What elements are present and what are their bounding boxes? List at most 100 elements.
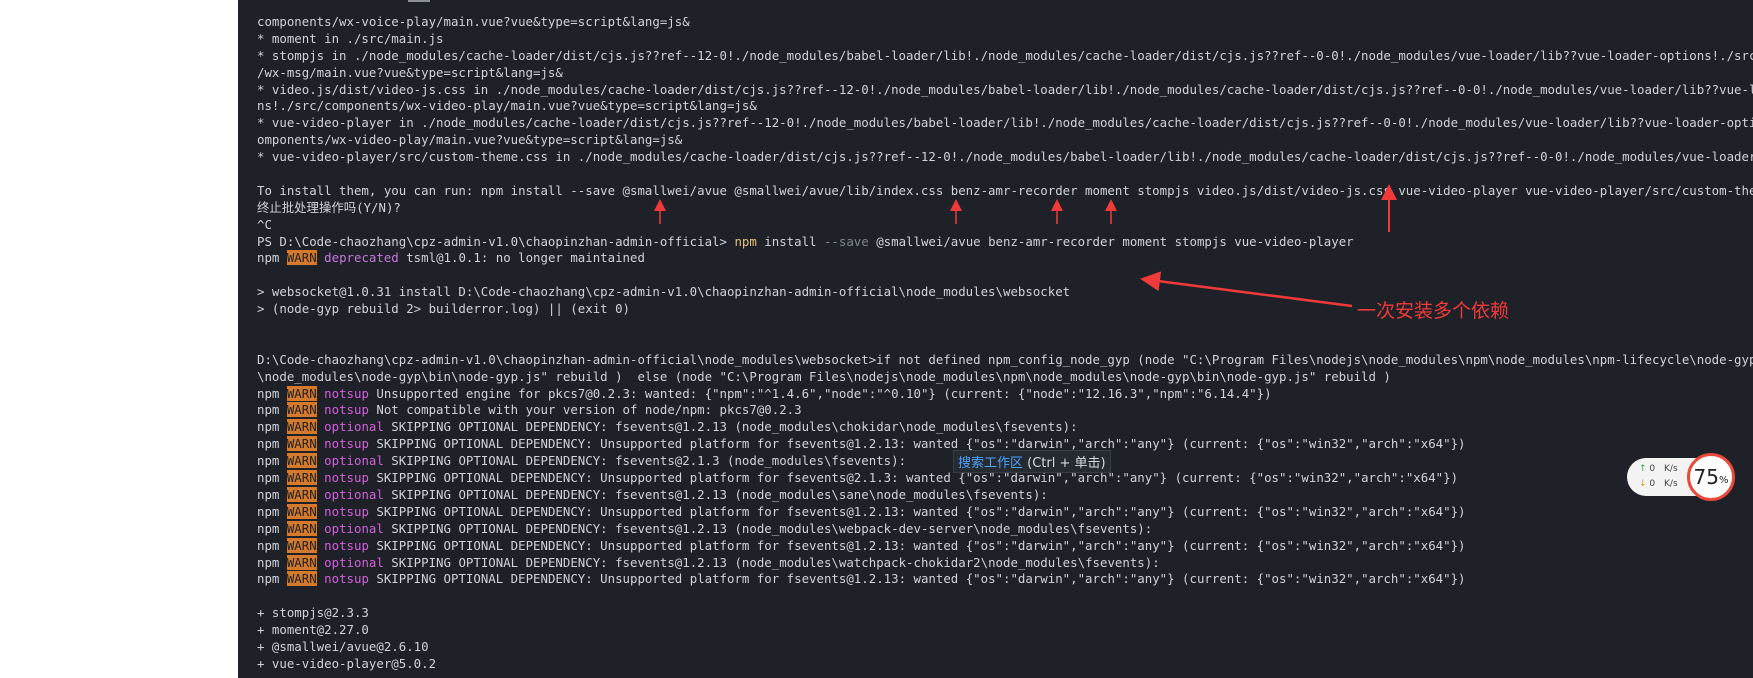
upload-row: ↑ 0 K/s xyxy=(1639,464,1678,474)
terminal-line: npm WARN deprecated tsml@1.0.1: no longe… xyxy=(257,250,1753,267)
terminal-line: /wx-msg/main.vue?vue&type=script&lang=js… xyxy=(257,65,1753,82)
tooltip-hint: (Ctrl + 单击) xyxy=(1023,456,1106,471)
terminal-line: npm WARN notsup Unsupported engine for p… xyxy=(257,385,1753,403)
network-speed-widget[interactable]: ↑ 0 K/s ↓ 0 K/s 75% xyxy=(1627,453,1737,501)
upload-value: 0 xyxy=(1649,464,1656,474)
terminal-line: D:\Code-chaozhang\cpz-admin-v1.0\chaopin… xyxy=(257,352,1753,369)
terminal-text-segment: tsml@1.0.1: no longer maintained xyxy=(398,250,645,266)
terminal-text-segment: * vue-video-player/src/custom-theme.css … xyxy=(257,149,1753,165)
terminal-line: + vue-video-player@5.0.2 xyxy=(257,656,1753,673)
terminal-text-segment: * moment in ./src/main.js xyxy=(257,30,444,46)
terminal-panel[interactable]: components/wx-voice-play/main.vue?vue&ty… xyxy=(238,0,1753,678)
terminal-text-segment: ^C xyxy=(257,216,272,232)
terminal-line: + @smallwei/avue@2.6.10 xyxy=(257,639,1753,656)
terminal-text-segment: WARN xyxy=(286,402,317,418)
terminal-text-segment: npm xyxy=(257,436,287,452)
terminal-line: * vue-video-player/src/custom-theme.css … xyxy=(257,149,1753,166)
terminal-text-segment: npm xyxy=(257,486,287,502)
terminal-line: * vue-video-player in ./node_modules/cac… xyxy=(257,115,1753,132)
terminal-line: npm WARN notsup SKIPPING OPTIONAL DEPEND… xyxy=(257,537,1753,555)
terminal-line: 终止批处理操作吗(Y/N)? xyxy=(257,200,1753,217)
terminal-text-segment: WARN xyxy=(286,537,317,553)
left-blank-pane xyxy=(0,0,238,678)
terminal-text-segment: optional xyxy=(324,419,384,435)
terminal-text-segment: optional xyxy=(324,554,384,570)
terminal-text-segment: SKIPPING OPTIONAL DEPENDENCY: fsevents@1… xyxy=(383,486,1048,502)
terminal-text-segment: SKIPPING OPTIONAL DEPENDENCY: Unsupporte… xyxy=(368,436,1466,452)
terminal-text-segment: optional xyxy=(324,486,384,502)
terminal-line: components/wx-voice-play/main.vue?vue&ty… xyxy=(257,14,1753,31)
terminal-text-segment: npm xyxy=(257,571,287,587)
terminal-text-segment: 终止批处理操作吗(Y/N)? xyxy=(257,199,401,215)
terminal-text-segment: SKIPPING OPTIONAL DEPENDENCY: Unsupporte… xyxy=(368,503,1466,519)
cpu-usage-ring[interactable]: 75% xyxy=(1687,453,1735,501)
tooltip-link[interactable]: 搜索工作区 xyxy=(958,456,1023,471)
terminal-text-segment: To install them, you can run: npm instal… xyxy=(257,182,1753,198)
terminal-text-segment: * stompjs in ./node_modules/cache-loader… xyxy=(257,47,1753,63)
upload-unit: K/s xyxy=(1664,464,1678,474)
terminal-text-segment: WARN xyxy=(286,571,317,587)
terminal-text-segment: SKIPPING OPTIONAL DEPENDENCY: fsevents@1… xyxy=(383,554,1160,570)
terminal-text-segment: + vue-video-player@5.0.2 xyxy=(257,655,437,671)
terminal-text-segment: SKIPPING OPTIONAL DEPENDENCY: Unsupporte… xyxy=(368,571,1466,587)
terminal-text-segment: Unsupported engine for pkcs7@0.2.3: want… xyxy=(368,385,1272,401)
terminal-text-segment: npm xyxy=(257,554,287,570)
terminal-line: \node_modules\node-gyp\bin\node-gyp.js" … xyxy=(257,369,1753,386)
annotation-label: 一次安装多个依赖 xyxy=(1357,300,1510,322)
terminal-line: PS D:\Code-chaozhang\cpz-admin-v1.0\chao… xyxy=(257,234,1753,251)
terminal-text-segment: WARN xyxy=(286,520,317,536)
terminal-text-segment: SKIPPING OPTIONAL DEPENDENCY: Unsupporte… xyxy=(368,470,1459,486)
terminal-line: ns!./src/components/wx-video-play/main.v… xyxy=(257,98,1753,115)
up-arrow-icon: ↑ xyxy=(1639,464,1647,474)
terminal-text-segment: @smallwei/avue benz-amr-recorder moment … xyxy=(868,233,1354,249)
terminal-text-segment: notsup xyxy=(324,470,369,486)
terminal-text-segment: SKIPPING OPTIONAL DEPENDENCY: fsevents@1… xyxy=(383,419,1078,435)
terminal-text-segment: npm xyxy=(257,402,287,418)
terminal-text-segment: * vue-video-player in ./node_modules/cac… xyxy=(257,115,1753,131)
terminal-text-segment: notsup xyxy=(324,571,369,587)
terminal-text-segment: * video.js/dist/video-js.css in ./node_m… xyxy=(257,81,1753,97)
terminal-line: npm WARN optional SKIPPING OPTIONAL DEPE… xyxy=(257,486,1753,504)
terminal-text-segment: npm xyxy=(257,520,287,536)
terminal-text-segment: notsup xyxy=(324,436,369,452)
terminal-text-segment: Not compatible with your version of node… xyxy=(368,402,802,418)
terminal-text-segment: > (node-gyp rebuild 2> builderror.log) |… xyxy=(257,301,630,317)
terminal-line: * stompjs in ./node_modules/cache-loader… xyxy=(257,48,1753,65)
terminal-text-segment: npm xyxy=(257,453,287,469)
terminal-line: ^C xyxy=(257,217,1753,234)
terminal-text-segment: --save xyxy=(823,233,869,249)
terminal-text-segment: npm xyxy=(257,250,287,266)
terminal-text-segment: optional xyxy=(324,453,384,469)
terminal-text-segment: + moment@2.27.0 xyxy=(257,622,369,638)
cpu-usage-value: 75 xyxy=(1693,465,1719,489)
terminal-text-segment: + stompjs@2.3.3 xyxy=(257,605,369,621)
terminal-text-segment: notsup xyxy=(324,503,369,519)
terminal-text-segment: SKIPPING OPTIONAL DEPENDENCY: fsevents@1… xyxy=(383,520,1153,536)
terminal-text-segment: notsup xyxy=(324,402,369,418)
terminal-text-segment: \node_modules\node-gyp\bin\node-gyp.js" … xyxy=(257,368,1391,384)
down-arrow-icon: ↓ xyxy=(1639,479,1647,489)
terminal-line: * moment in ./src/main.js xyxy=(257,31,1753,48)
terminal-text-segment: WARN xyxy=(286,503,317,519)
download-row: ↓ 0 K/s xyxy=(1639,479,1678,489)
terminal-text-segment: > websocket@1.0.31 install D:\Code-chaoz… xyxy=(257,284,1071,300)
terminal-tab-indicator xyxy=(408,0,430,2)
terminal-text-segment: deprecated xyxy=(324,250,399,266)
terminal-line: + stompjs@2.3.3 xyxy=(257,605,1753,622)
terminal-output[interactable]: components/wx-voice-play/main.vue?vue&ty… xyxy=(257,14,1753,673)
terminal-text-segment: WARN xyxy=(286,453,317,469)
terminal-line: omponents/wx-video-play/main.vue?vue&typ… xyxy=(257,132,1753,149)
terminal-line: > (node-gyp rebuild 2> builderror.log) |… xyxy=(257,301,1753,318)
terminal-line: npm WARN notsup SKIPPING OPTIONAL DEPEND… xyxy=(257,503,1753,521)
terminal-text-segment: WARN xyxy=(286,419,317,435)
hover-tooltip: 搜索工作区 (Ctrl + 单击) xyxy=(953,450,1111,473)
terminal-text-segment: WARN xyxy=(286,470,317,486)
terminal-text-segment: SKIPPING OPTIONAL DEPENDENCY: Unsupporte… xyxy=(368,537,1466,553)
terminal-text-segment: /wx-msg/main.vue?vue&type=script&lang=js… xyxy=(257,64,563,80)
terminal-line: + moment@2.27.0 xyxy=(257,622,1753,639)
terminal-text-segment: D:\Code-chaozhang\cpz-admin-v1.0\chaopin… xyxy=(257,351,1753,367)
